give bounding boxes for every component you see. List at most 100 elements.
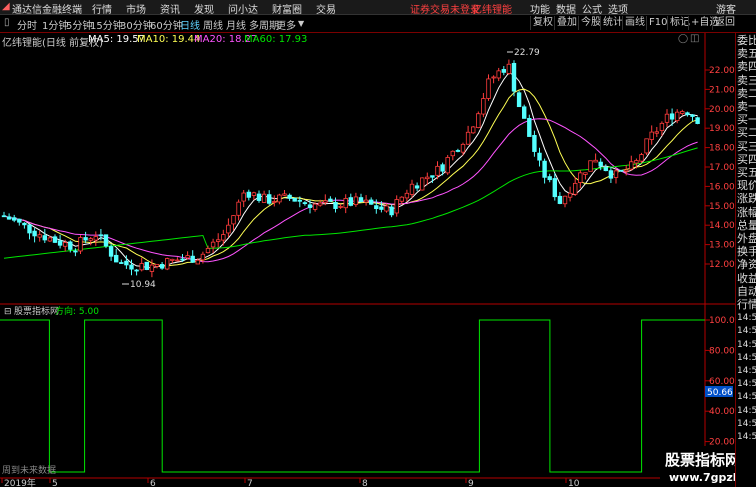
date-tick-label: 9 <box>468 479 474 487</box>
candle-body <box>557 195 563 204</box>
indicator-tick-label: 80.00 <box>709 346 735 356</box>
date-tick-label: 5 <box>52 479 58 487</box>
panel-toggle-icon[interactable]: ▯ <box>4 17 10 28</box>
candle-body <box>547 176 552 181</box>
tab-1min[interactable]: 1分钟 <box>42 17 68 32</box>
menu-item-wenxiaoda[interactable]: 问小达 <box>228 1 258 16</box>
candle-body <box>175 259 180 262</box>
candle-body <box>384 205 389 212</box>
back-button[interactable]: 返回 <box>712 16 737 30</box>
candle-body <box>328 198 333 202</box>
candle-body <box>57 240 63 246</box>
draw-line-button[interactable]: 画线 <box>622 16 647 30</box>
menu-item-hangqing[interactable]: 行情 <box>92 1 112 16</box>
candle-body <box>22 222 27 226</box>
menu-item-shuju[interactable]: 数据 <box>556 1 576 16</box>
candle-body <box>17 218 22 223</box>
tab-daily[interactable]: 日线 <box>180 17 200 32</box>
candle-body <box>542 160 547 178</box>
candle-body <box>425 176 430 180</box>
candle-body <box>501 69 506 73</box>
candle-body <box>613 170 619 178</box>
tab-fenshi[interactable]: 分时 <box>17 17 37 32</box>
f10-button[interactable]: F10 <box>646 16 669 30</box>
quote-panel-label: 自动 <box>737 284 756 298</box>
candle-body <box>170 258 175 261</box>
menu-item-zixun[interactable]: 资讯 <box>160 1 180 16</box>
candle-body <box>654 131 659 134</box>
candle-body <box>680 111 685 114</box>
candle-body <box>205 248 211 254</box>
candle-body <box>323 200 328 203</box>
menu-item-caifuquan[interactable]: 财富圈 <box>272 1 302 16</box>
quote-panel-label: 换手 <box>737 245 756 259</box>
date-tick-label: 6 <box>150 479 156 487</box>
menu-item-gongshi[interactable]: 公式 <box>582 1 602 16</box>
login-notice[interactable]: 证券交易未登录 <box>410 1 480 16</box>
tab-weekly[interactable]: 周线 <box>203 17 223 32</box>
candle-body <box>460 143 466 153</box>
future-data-note: 周到未来数据 <box>2 464 56 476</box>
quote-panel-label: 14:56 <box>737 392 756 403</box>
menu-item-gongneng[interactable]: 功能 <box>530 1 550 16</box>
stock-name-notice[interactable]: 亿纬锂能 <box>472 1 512 16</box>
indicator-expand-icon[interactable]: ⊟ <box>4 307 12 317</box>
tab-monthly[interactable]: 月线 <box>226 17 246 32</box>
candle-body <box>134 269 139 272</box>
candle-body <box>78 237 83 252</box>
candle-body <box>149 264 155 272</box>
candle-body <box>634 160 639 164</box>
candle-body <box>389 206 394 216</box>
fuquan-button[interactable]: 复权 <box>530 16 555 30</box>
quote-panel-label: 买四 <box>737 152 756 166</box>
tab-15min[interactable]: 15分钟 <box>90 17 123 32</box>
indicator-axis: 100.0080.0060.0040.0020.00 <box>705 316 735 448</box>
indicator-tick-label: 100.00 <box>709 316 735 326</box>
menu-bar: ◢ 通达信金融终端 行情 市场 资讯 发现 问小达 财富圈 交易 证券交易未登录… <box>0 0 756 16</box>
quote-panel-label: 买三 <box>737 139 756 153</box>
tab-5min[interactable]: 5分钟 <box>66 17 92 32</box>
quote-panel-label: 14:56 <box>737 379 756 390</box>
quote-panel-label: 净资 <box>737 258 756 272</box>
candle-body <box>139 263 144 271</box>
tab-60min[interactable]: 60分钟 <box>150 17 183 32</box>
candle-body <box>664 113 670 123</box>
candle-body <box>272 201 277 203</box>
candle-body <box>409 183 415 195</box>
candle-body <box>47 237 53 242</box>
menu-item-jiaoyi[interactable]: 交易 <box>316 1 336 16</box>
tab-more[interactable]: 更多 <box>276 17 296 32</box>
low-annotation: 10.94 <box>130 280 156 290</box>
candle-body <box>215 239 221 242</box>
candle-body <box>353 196 359 206</box>
menu-item-shichang[interactable]: 市场 <box>126 1 146 16</box>
candle-body <box>226 224 231 234</box>
menu-item-faxian[interactable]: 发现 <box>194 1 214 16</box>
indicator-current-value: 50.66 <box>707 388 733 398</box>
candle-body <box>588 160 593 172</box>
candle-body <box>200 253 206 261</box>
quote-panel-label: 卖四 <box>737 60 756 74</box>
kline-chart[interactable]: 22.00 21.00 20.00 19.00 18.00 17.00 16.00 15.00… <box>0 33 735 487</box>
price-axis: 22.00 21.00 20.00 19.00 18.00 17.00 16.00 15.00… <box>705 66 735 270</box>
candle-body <box>185 255 190 259</box>
price-tick-label: 22.00 <box>709 66 735 76</box>
candle-body <box>338 206 343 208</box>
overlay-button[interactable]: 叠加 <box>554 16 579 30</box>
candle-body <box>470 126 476 134</box>
candle-body <box>440 164 445 172</box>
quote-panel-label: 14:56 <box>737 326 756 337</box>
candle-body <box>73 250 78 253</box>
price-tick-label: 12.00 <box>709 260 735 270</box>
candle-body <box>414 185 420 189</box>
user-label[interactable]: 游客 <box>716 1 736 16</box>
tab-multi-period[interactable]: 多周期 <box>249 17 279 32</box>
candle-body <box>103 234 109 247</box>
menu-item-xuanxiang[interactable]: 选项 <box>608 1 628 16</box>
candle-body <box>450 150 455 157</box>
candle-body <box>644 138 649 154</box>
more-dropdown-icon[interactable]: ▼ <box>298 19 304 28</box>
candle-body <box>108 246 114 257</box>
candle-body <box>573 182 578 195</box>
tab-30min[interactable]: 30分钟 <box>120 17 153 32</box>
